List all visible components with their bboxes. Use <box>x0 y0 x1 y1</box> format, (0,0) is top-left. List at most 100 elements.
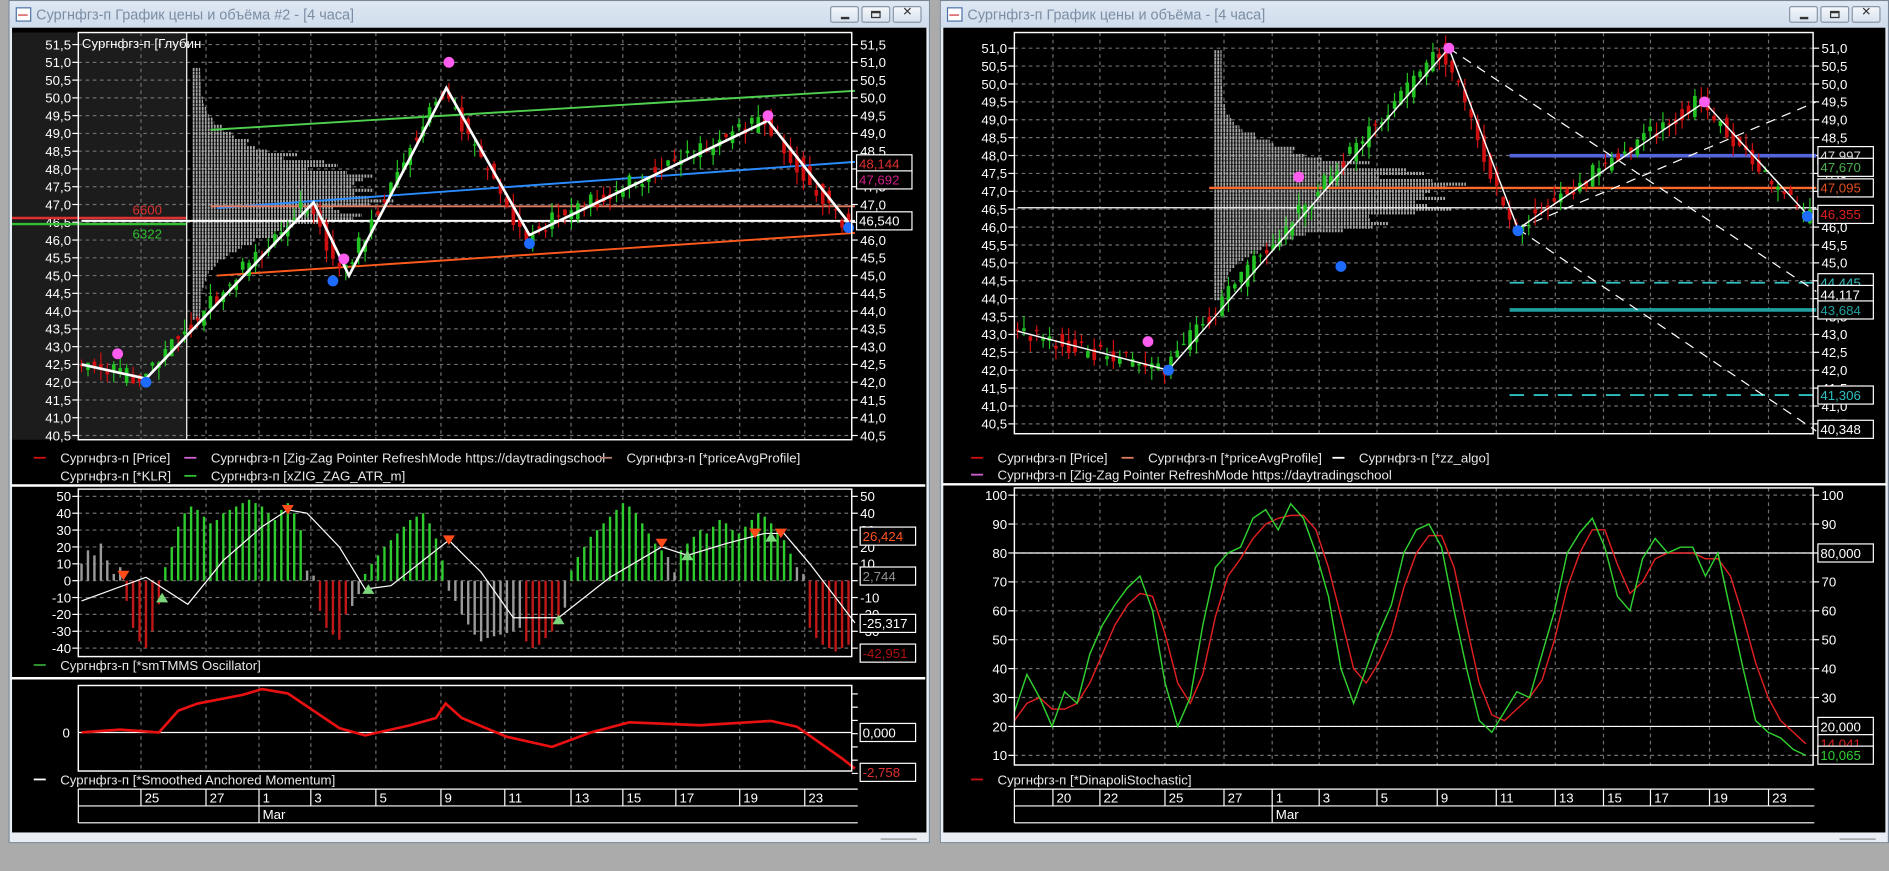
candle-body <box>350 262 355 264</box>
right-window-charts: 40,540,541,041,041,541,542,042,042,542,5… <box>942 31 1887 824</box>
candle-body <box>1367 126 1371 148</box>
axis-tick-label: 45,0 <box>860 268 886 283</box>
candle <box>756 105 761 134</box>
candle <box>814 182 819 203</box>
candle-body <box>1661 122 1665 130</box>
candle <box>1418 69 1422 80</box>
axis-tick-label: 48,0 <box>45 162 71 177</box>
candle <box>711 138 715 165</box>
axis-tick-label: 41,0 <box>860 411 886 426</box>
candle-body <box>1258 255 1263 257</box>
pivot-low-marker <box>1512 225 1524 237</box>
axis-tick-label: 49,5 <box>45 108 71 123</box>
candle <box>1034 325 1039 341</box>
candle <box>1578 172 1582 194</box>
axis-tick-label: 50 <box>860 489 875 504</box>
axis-tick-label: 50,0 <box>981 77 1007 92</box>
candle <box>1233 281 1237 292</box>
axis-tick-label: 43,0 <box>981 327 1007 342</box>
legend-item: Сургнфгз-п [*Smoothed Anchored Momentum] <box>60 772 335 787</box>
date-label: 17 <box>679 790 694 805</box>
candle-body <box>1603 162 1608 164</box>
axis-tick-label: 50,0 <box>1822 77 1848 92</box>
candle <box>1501 196 1506 208</box>
axis-tick-label: 90 <box>992 517 1007 532</box>
candle-body <box>698 143 703 158</box>
axis-tick-label: 49,5 <box>981 95 1007 110</box>
legend-item: Сургнфгз-п [Zig-Zag Pointer RefreshMode … <box>211 451 605 466</box>
candle <box>1111 339 1116 370</box>
candle <box>1041 333 1045 348</box>
candle <box>1590 162 1595 188</box>
candle-body <box>1565 189 1569 195</box>
axis-tick-label: 50,5 <box>1822 59 1848 74</box>
axis-tick-label: 41,0 <box>45 411 71 426</box>
stochastic-slow-line <box>1013 514 1807 745</box>
candle <box>1456 78 1461 87</box>
axis-tick-label: 40 <box>1822 661 1837 676</box>
axis-tick-label: 42,0 <box>860 375 886 390</box>
candle-body <box>1648 126 1652 132</box>
legend-item: Сургнфгз-п [xZIG_ZAG_ATR_m] <box>211 469 405 484</box>
date-label: 11 <box>508 790 522 805</box>
candle-body <box>1354 143 1359 162</box>
candle-body <box>1066 340 1071 353</box>
candle-body <box>1750 149 1755 165</box>
date-label: 9 <box>445 790 452 805</box>
candle <box>1098 340 1103 351</box>
pivot-high-marker <box>1443 42 1455 54</box>
fan-2-line <box>1517 228 1817 432</box>
right-stochastic-pane: 1010202030304040505060607070808090901001… <box>985 487 1874 766</box>
candle-body <box>666 160 670 166</box>
legend-item: Сургнфгз-п [Zig-Zag Pointer RefreshMode … <box>998 467 1392 482</box>
candle-body <box>1360 141 1365 144</box>
candle <box>1188 322 1192 357</box>
candle-body <box>640 184 645 187</box>
axis-tick-label: 41,0 <box>981 399 1007 414</box>
axis-tick-label: 51,5 <box>860 37 886 52</box>
price-tag: -2,758 <box>863 765 901 780</box>
candle-body <box>208 295 213 309</box>
pivot-low-marker <box>524 238 535 250</box>
candle-body <box>1175 350 1180 358</box>
candle-body <box>563 209 567 216</box>
candle <box>511 193 516 231</box>
candle <box>685 140 690 159</box>
candle-body <box>1418 71 1422 78</box>
candle-body <box>240 261 245 270</box>
axis-tick-label: 49,0 <box>860 126 886 141</box>
axis-tick-label: 42,5 <box>1822 345 1848 360</box>
axis-tick-label: 45,0 <box>981 256 1007 271</box>
axis-tick-label: 100 <box>1822 488 1844 503</box>
axis-tick-label: 49,0 <box>1822 113 1848 128</box>
axis-tick-label: 46,0 <box>45 233 71 248</box>
price-tag: 46,355 <box>1820 207 1861 222</box>
candle-body <box>1124 351 1129 354</box>
month-label: Mar <box>263 807 286 822</box>
axis-tick-label: 43,5 <box>45 322 71 337</box>
axis-tick-label: 43,0 <box>860 339 886 354</box>
axis-tick-label: 40 <box>860 506 875 521</box>
price-tag: -25,317 <box>863 616 908 631</box>
date-label: 19 <box>743 790 758 805</box>
axis-tick-label: 20 <box>56 540 71 555</box>
candle <box>1405 72 1410 109</box>
candle-body <box>1392 101 1397 109</box>
candle-body <box>182 331 187 335</box>
orange-trend-line <box>216 231 856 277</box>
price-tag: 26,424 <box>863 529 904 544</box>
date-label: 3 <box>1323 790 1330 805</box>
candle <box>1175 340 1180 358</box>
candle <box>1252 250 1256 283</box>
candle-body <box>1693 95 1697 118</box>
candle <box>795 146 799 185</box>
axis-tick-label: 40 <box>56 506 71 521</box>
axis-tick-label: 20 <box>992 719 1007 734</box>
candle <box>1450 59 1454 82</box>
axis-tick-label: 50,0 <box>45 91 71 106</box>
axis-tick-label: 43,0 <box>1822 327 1848 342</box>
axis-tick-label: 40 <box>992 661 1007 676</box>
date-label: 3 <box>314 790 321 805</box>
price-tag: 47,670 <box>1820 160 1861 175</box>
date-label: 13 <box>1559 790 1574 805</box>
